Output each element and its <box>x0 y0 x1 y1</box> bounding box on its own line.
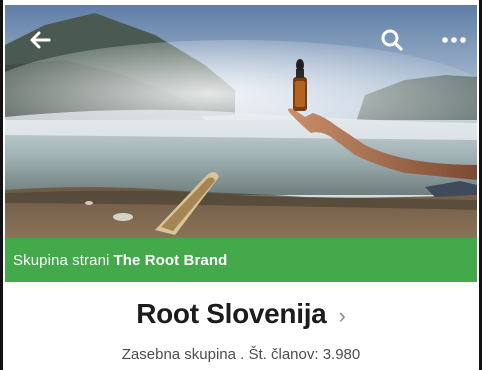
search-icon <box>381 29 403 51</box>
group-info: Root Slovenija › Zasebna skupina . Št. č… <box>5 282 477 370</box>
banner-prefix: Skupina strani <box>13 251 110 269</box>
group-name: Root Slovenija <box>136 298 327 329</box>
back-button[interactable] <box>23 23 57 57</box>
more-dots-icon <box>442 37 466 43</box>
search-button[interactable] <box>375 23 409 57</box>
back-arrow-icon <box>30 31 51 49</box>
top-toolbar <box>5 5 477 65</box>
group-title-row[interactable]: Root Slovenija › <box>5 298 477 330</box>
chevron-right-icon: › <box>338 303 346 328</box>
more-options-button[interactable] <box>437 23 471 57</box>
brand-link[interactable]: The Root Brand <box>113 252 227 269</box>
screen: Skupina strani The Root Brand Root Slove… <box>0 0 482 370</box>
group-meta: Zasebna skupina . Št. članov: 3.980 <box>121 346 361 363</box>
group-page-banner[interactable]: Skupina strani The Root Brand <box>5 238 477 282</box>
